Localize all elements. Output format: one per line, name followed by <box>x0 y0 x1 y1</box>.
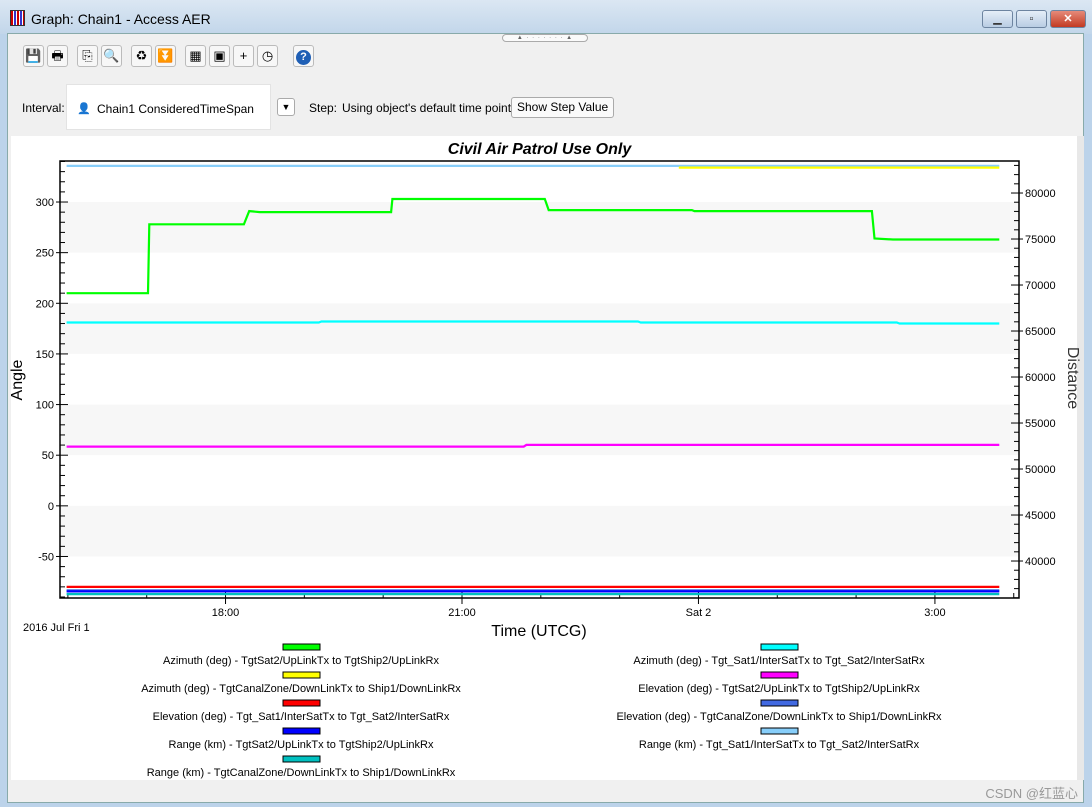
x-tick-label: Sat 2 <box>686 607 712 619</box>
legend-swatch <box>760 699 799 707</box>
y-tick-label: 250 <box>36 248 54 260</box>
y2-tick-label: 80000 <box>1025 188 1056 200</box>
legend-label: Azimuth (deg) - TgtSat2/UpLinkTx to TgtS… <box>163 655 439 667</box>
y-tick-label: 50 <box>42 450 54 462</box>
y2-axis-label: Distance <box>1064 347 1081 409</box>
y2-tick-label: 65000 <box>1025 326 1056 338</box>
legend-label: Range (km) - TgtSat2/UpLinkTx to TgtShip… <box>169 739 434 751</box>
y2-tick-label: 75000 <box>1025 234 1056 246</box>
legend-swatch <box>282 727 321 735</box>
legend-swatch <box>760 727 799 735</box>
y-axis-label: Angle <box>9 359 26 400</box>
chart-title: Civil Air Patrol Use Only <box>448 141 633 158</box>
legend-label: Azimuth (deg) - TgtCanalZone/DownLinkTx … <box>141 683 461 695</box>
legend-label: Range (km) - Tgt_Sat1/InterSatTx to Tgt_… <box>639 739 920 751</box>
legend-label: Elevation (deg) - TgtSat2/UpLinkTx to Tg… <box>638 683 920 695</box>
y2-tick-label: 45000 <box>1025 510 1056 522</box>
legend-swatch <box>282 643 321 651</box>
y-tick-label: -50 <box>38 551 54 563</box>
y2-tick-label: 70000 <box>1025 280 1056 292</box>
y-tick-label: 150 <box>36 349 54 361</box>
y2-tick-label: 60000 <box>1025 372 1056 384</box>
legend-label: Range (km) - TgtCanalZone/DownLinkTx to … <box>147 767 456 779</box>
y2-tick-label: 55000 <box>1025 418 1056 430</box>
grid-band <box>60 202 1019 253</box>
x-tick-label: 18:00 <box>212 607 240 619</box>
legend-swatch <box>282 755 321 763</box>
legend-swatch <box>760 643 799 651</box>
legend-label: Azimuth (deg) - Tgt_Sat1/InterSatTx to T… <box>633 655 925 667</box>
date-label: 2016 Jul Fri 1 <box>23 622 90 634</box>
legend-swatch <box>760 671 799 679</box>
grid-band <box>60 505 1019 557</box>
y-tick-label: 0 <box>48 501 54 513</box>
y-tick-label: 200 <box>36 298 54 310</box>
chart: Civil Air Patrol Use Only Time (UTCG) 2016… <box>9 141 1081 779</box>
legend-swatch <box>282 699 321 707</box>
legend-swatch <box>282 671 321 679</box>
legend-label: Elevation (deg) - TgtCanalZone/DownLinkT… <box>616 711 942 723</box>
y-tick-label: 300 <box>36 197 54 209</box>
x-axis-label: Time (UTCG) <box>491 623 586 640</box>
x-tick-label: 3:00 <box>924 607 945 619</box>
y2-tick-label: 50000 <box>1025 464 1056 476</box>
y-tick-label: 100 <box>36 400 54 412</box>
legend-label: Elevation (deg) - Tgt_Sat1/InterSatTx to… <box>153 711 450 723</box>
x-tick-label: 21:00 <box>448 607 476 619</box>
grid-band <box>60 303 1019 354</box>
y2-tick-label: 40000 <box>1025 556 1056 568</box>
